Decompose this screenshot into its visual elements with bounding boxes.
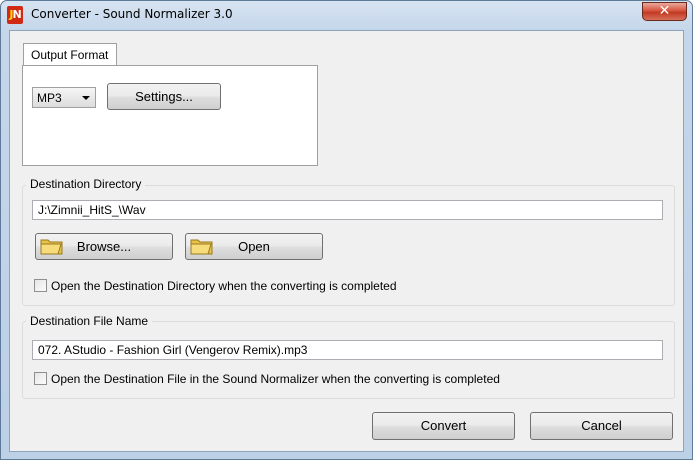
- format-select-value: MP3: [37, 91, 62, 105]
- destination-file-group: [22, 321, 675, 399]
- converter-window: JN Converter - Sound Normalizer 3.0 ✕ Ou…: [0, 0, 693, 460]
- open-file-checkbox-label[interactable]: Open the Destination File in the Sound N…: [51, 372, 500, 386]
- open-directory-checkbox[interactable]: [34, 279, 47, 292]
- convert-button[interactable]: Convert: [372, 412, 515, 440]
- chevron-down-icon: [82, 96, 90, 100]
- format-select[interactable]: MP3: [32, 87, 96, 108]
- dialog-client-area: Output Format MP3 Settings... Destinatio…: [9, 30, 684, 452]
- tab-output-format[interactable]: Output Format: [23, 43, 117, 66]
- open-file-checkbox[interactable]: [34, 372, 47, 385]
- folder-icon: [40, 239, 63, 255]
- close-button[interactable]: ✕: [642, 2, 687, 21]
- destination-file-label: Destination File Name: [26, 314, 153, 328]
- settings-button[interactable]: Settings...: [107, 83, 221, 110]
- app-icon: JN: [7, 6, 23, 24]
- output-format-panel: MP3 Settings...: [22, 65, 318, 166]
- open-directory-button[interactable]: Open: [185, 233, 323, 260]
- browse-button[interactable]: Browse...: [35, 233, 173, 260]
- destination-file-input[interactable]: 072. AStudio - Fashion Girl (Vengerov Re…: [32, 340, 663, 360]
- folder-icon: [190, 239, 213, 255]
- cancel-button[interactable]: Cancel: [530, 412, 673, 440]
- destination-directory-label: Destination Directory: [26, 177, 146, 191]
- window-title: Converter - Sound Normalizer 3.0: [31, 7, 233, 21]
- title-bar[interactable]: JN Converter - Sound Normalizer 3.0 ✕: [1, 1, 692, 29]
- destination-directory-input[interactable]: J:\Zimnii_HitS_\Wav: [32, 200, 663, 220]
- open-button-label: Open: [238, 239, 270, 254]
- open-directory-checkbox-label[interactable]: Open the Destination Directory when the …: [51, 279, 397, 293]
- browse-button-label: Browse...: [76, 239, 132, 254]
